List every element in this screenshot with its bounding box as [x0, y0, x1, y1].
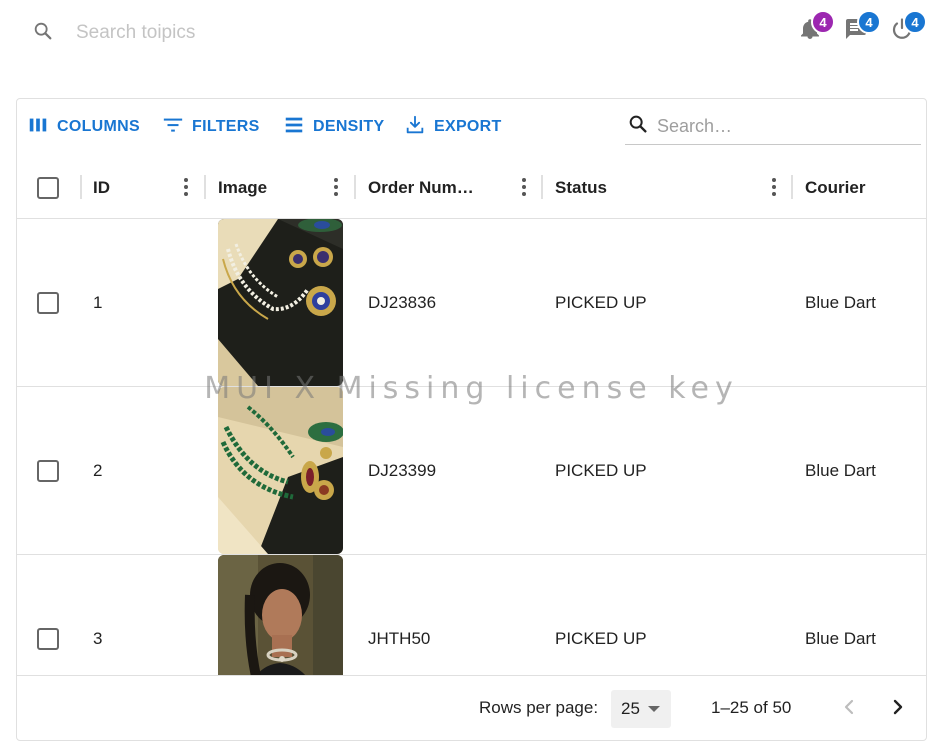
- filter-icon: [162, 114, 184, 141]
- cell-courier: Blue Dart: [805, 628, 876, 648]
- cell-order-number: DJ23399: [368, 460, 437, 480]
- filters-button[interactable]: FILTERS: [162, 115, 260, 139]
- cell-id: 1: [93, 292, 103, 312]
- orders-data-grid: COLUMNS FILTERS DENSITY EXPORT Search… I…: [16, 98, 927, 741]
- cell-id: 2: [93, 460, 103, 480]
- grid-toolbar: COLUMNS FILTERS DENSITY EXPORT: [17, 99, 926, 153]
- column-menu-icon[interactable]: [770, 176, 778, 198]
- column-separator[interactable]: [204, 175, 206, 199]
- topic-search-input[interactable]: [76, 22, 336, 44]
- density-icon: [283, 114, 305, 141]
- column-title-status: Status: [555, 178, 607, 197]
- cell-status: PICKED UP: [555, 628, 647, 648]
- column-menu-icon[interactable]: [182, 176, 190, 198]
- column-title-courier: Courier: [805, 178, 866, 197]
- column-header-id[interactable]: ID: [93, 157, 110, 219]
- cell-status: PICKED UP: [555, 292, 647, 312]
- density-button[interactable]: DENSITY: [283, 115, 384, 139]
- messages-badge: 4: [857, 10, 881, 34]
- rows-per-page-label: Rows per page:: [479, 698, 599, 717]
- rows-per-page-value: 25: [621, 699, 640, 718]
- download-icon: [404, 114, 426, 141]
- chevron-left-icon: [837, 695, 861, 724]
- columns-label: COLUMNS: [57, 118, 140, 135]
- column-title-image: Image: [218, 178, 268, 197]
- column-separator[interactable]: [354, 175, 356, 199]
- notifications-button[interactable]: 4: [797, 10, 835, 46]
- chevron-right-icon: [886, 695, 910, 724]
- column-separator[interactable]: [791, 175, 793, 199]
- top-app-bar: 4 4 4: [0, 0, 943, 68]
- pagination-range: 1–25 of 50: [711, 698, 792, 717]
- grid-search-input[interactable]: [657, 116, 907, 137]
- product-image: [218, 555, 343, 675]
- search-icon: [32, 20, 54, 47]
- messages-button[interactable]: 4: [843, 10, 881, 46]
- select-all-checkbox[interactable]: [37, 177, 59, 199]
- cell-order-number: DJ23836: [368, 292, 437, 312]
- cell-order-number: JHTH50: [368, 628, 431, 648]
- search-icon: [625, 113, 649, 140]
- notifications-badge: 4: [811, 10, 835, 34]
- dropdown-arrow-icon: [647, 706, 660, 712]
- column-header-courier[interactable]: Courier: [805, 157, 865, 219]
- power-badge: 4: [903, 10, 927, 34]
- previous-page-button[interactable]: [834, 694, 864, 724]
- column-separator[interactable]: [80, 175, 82, 199]
- cell-courier: Blue Dart: [805, 460, 876, 480]
- column-separator[interactable]: [541, 175, 543, 199]
- select-all-header: [37, 157, 59, 219]
- column-header-image[interactable]: Image: [218, 157, 267, 219]
- table-row[interactable]: 1 DJ23836 PICKED UP Blue Dart: [17, 219, 926, 387]
- topic-search: [32, 20, 336, 46]
- rows-per-page-select[interactable]: 25: [611, 690, 671, 728]
- product-image: [218, 219, 343, 386]
- grid-quick-search: [625, 109, 921, 145]
- export-label: EXPORT: [434, 118, 502, 135]
- cell-id: 3: [93, 628, 103, 648]
- table-row[interactable]: 3 JHTH50 PICKED UP Blue Dart: [17, 555, 926, 675]
- column-menu-icon[interactable]: [332, 176, 340, 198]
- cell-status: PICKED UP: [555, 460, 647, 480]
- column-menu-icon[interactable]: [520, 176, 528, 198]
- row-checkbox[interactable]: [37, 627, 59, 650]
- row-checkbox[interactable]: [37, 291, 59, 314]
- next-page-button[interactable]: [883, 694, 913, 724]
- export-button[interactable]: EXPORT: [404, 115, 502, 139]
- columns-button[interactable]: COLUMNS: [27, 115, 140, 139]
- grid-footer: Rows per page: 25 1–25 of 50: [17, 675, 926, 740]
- grid-rows: 1 DJ23836 PICKED UP Blue Dart 2 DJ23399 …: [17, 219, 926, 675]
- table-row[interactable]: 2 DJ23399 PICKED UP Blue Dart: [17, 387, 926, 555]
- power-button[interactable]: 4: [889, 10, 927, 46]
- product-image: [218, 387, 343, 554]
- density-label: DENSITY: [313, 118, 385, 135]
- cell-courier: Blue Dart: [805, 292, 876, 312]
- row-checkbox[interactable]: [37, 459, 59, 482]
- column-headers: ID Image Order Num… Status Courier: [17, 157, 926, 219]
- column-title-id: ID: [93, 178, 110, 197]
- column-title-order-number: Order Num…: [368, 178, 474, 197]
- column-header-status[interactable]: Status: [555, 157, 607, 219]
- columns-icon: [27, 114, 49, 141]
- column-header-order-number[interactable]: Order Num…: [368, 157, 474, 219]
- filters-label: FILTERS: [192, 118, 260, 135]
